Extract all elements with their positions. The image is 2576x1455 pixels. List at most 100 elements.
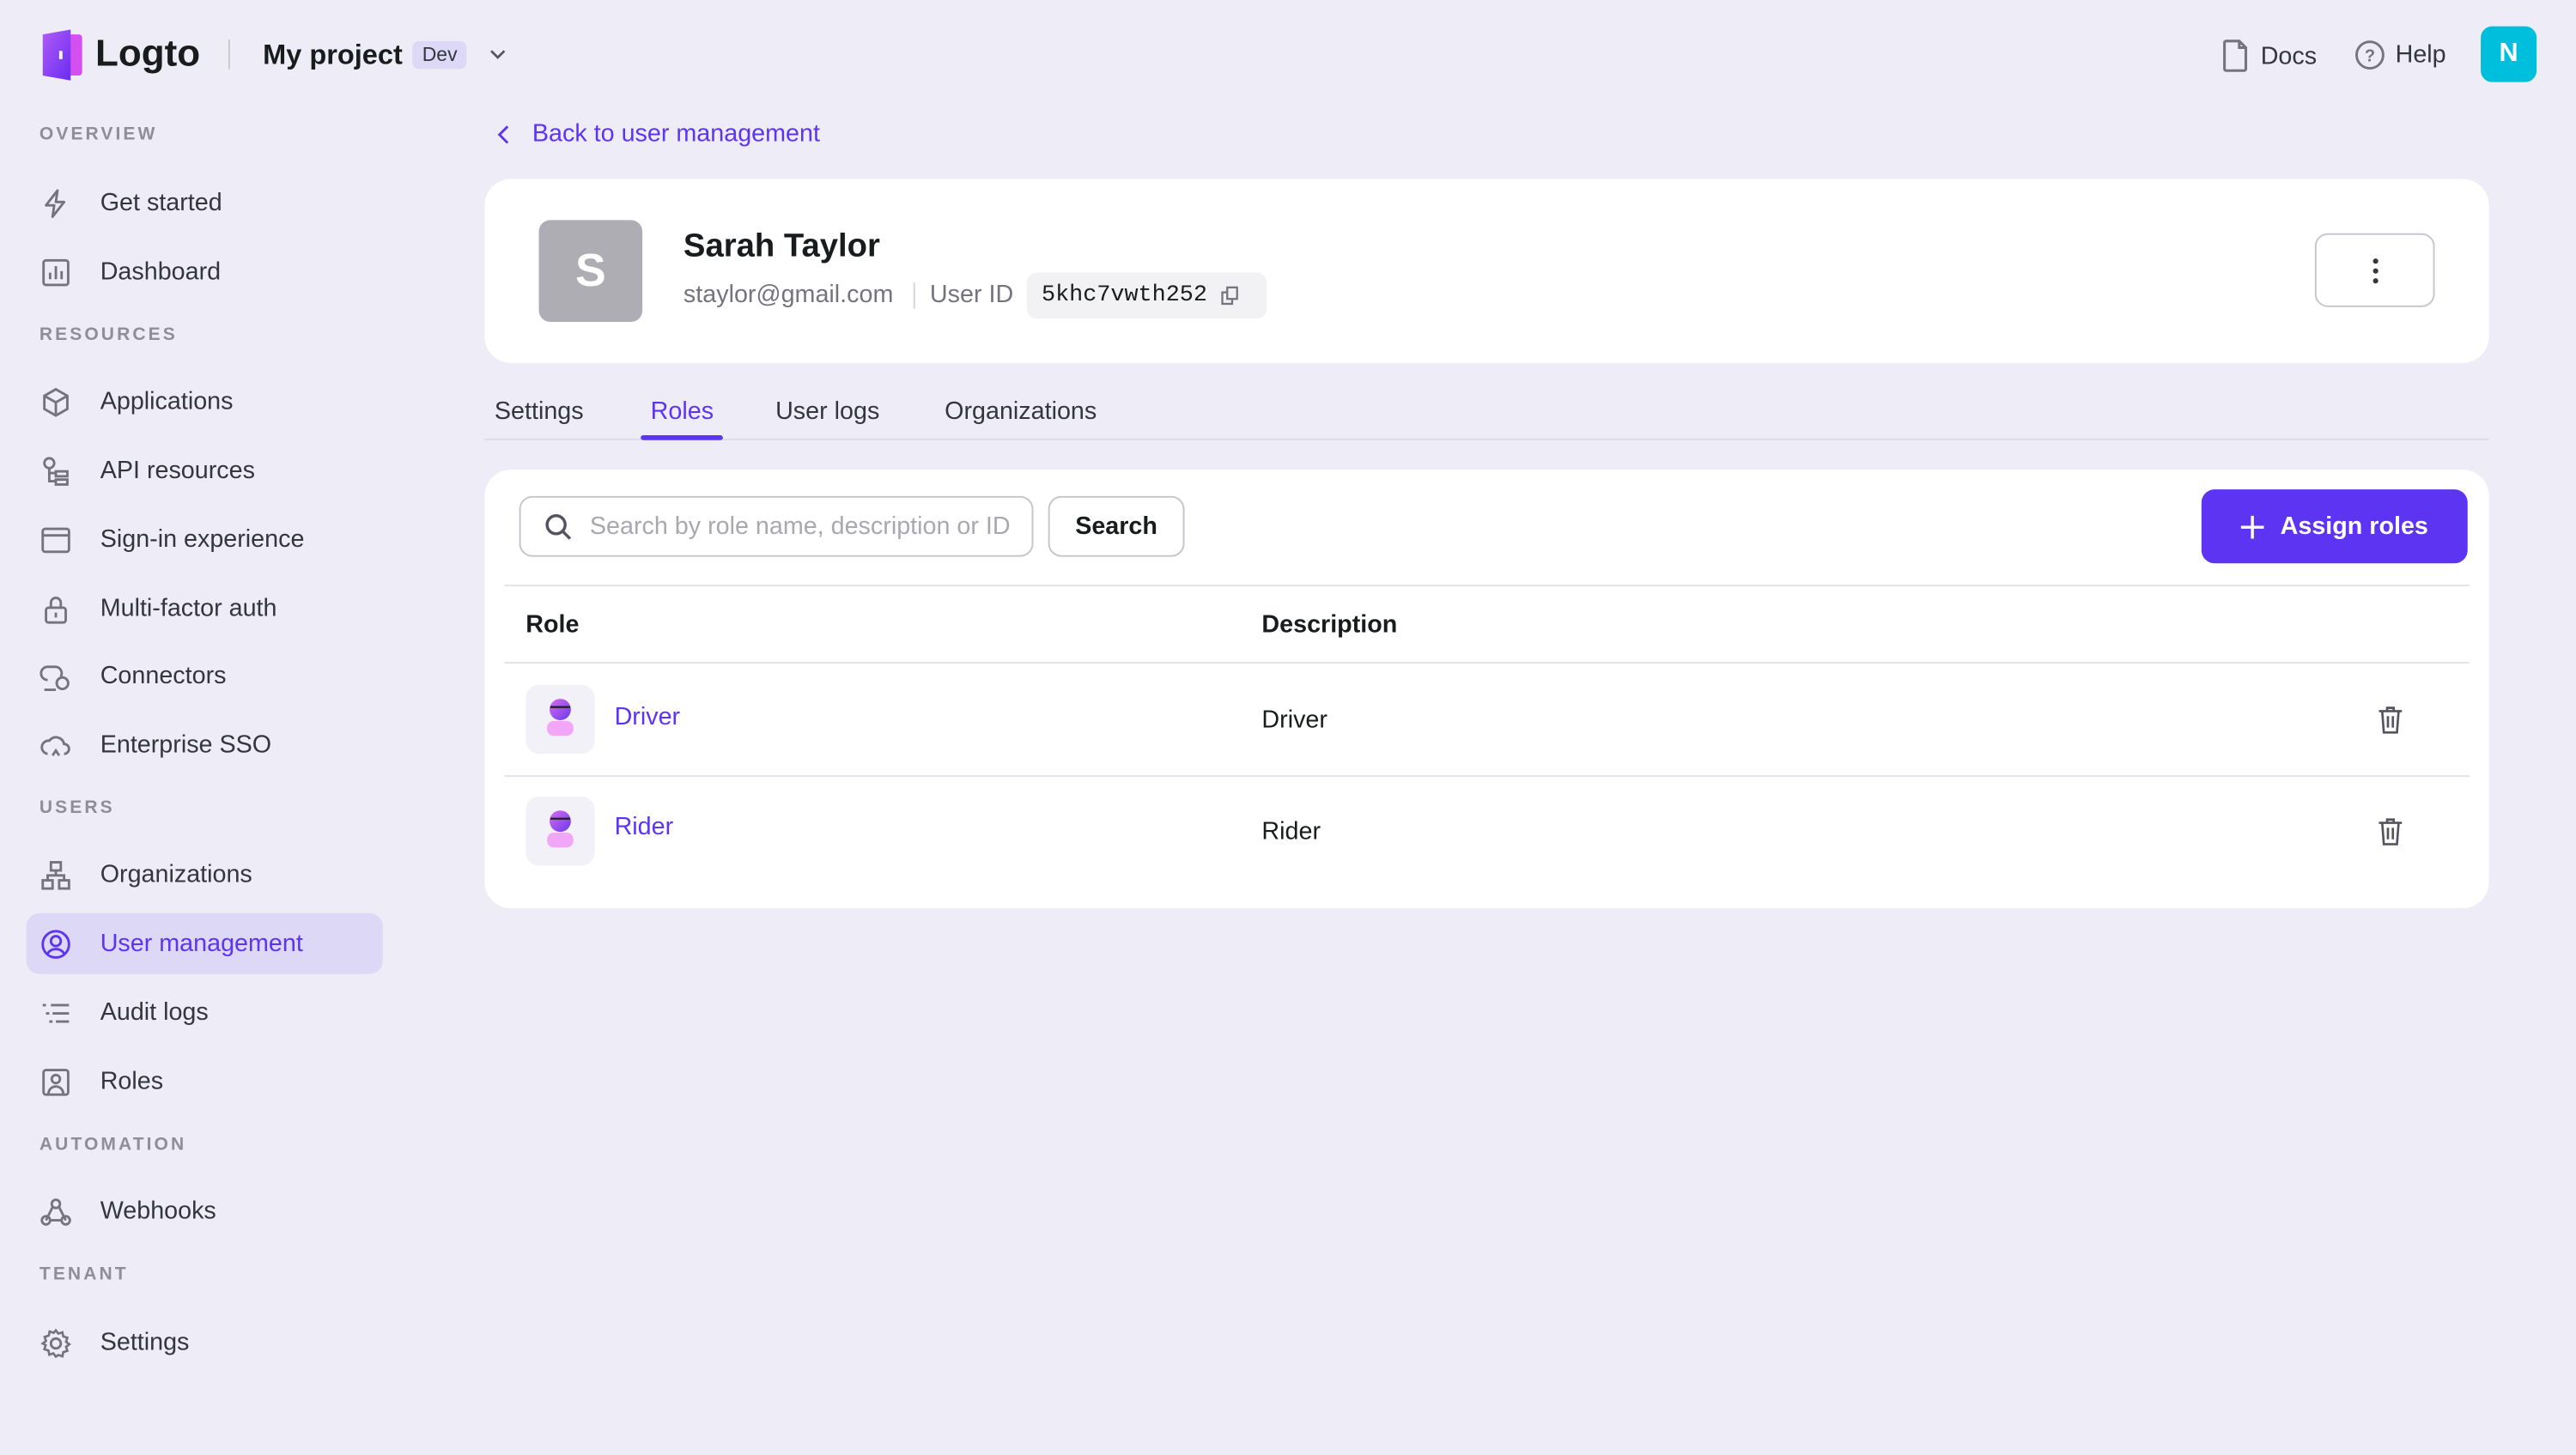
tab-organizations[interactable]: Organizations <box>945 397 1097 426</box>
sidebar-item-audit-logs[interactable]: Audit logs <box>27 982 383 1043</box>
sidebar-item-applications[interactable]: Applications <box>27 371 383 432</box>
back-link[interactable]: Back to user management <box>496 120 820 149</box>
window-icon <box>39 523 72 555</box>
copy-icon[interactable] <box>1220 286 1240 306</box>
role-name-link[interactable]: Rider <box>615 813 674 841</box>
trash-icon[interactable] <box>2378 705 2404 734</box>
help-label: Help <box>2396 41 2446 70</box>
tab-roles[interactable]: Roles <box>651 397 714 426</box>
sidebar-item-label: Applications <box>100 388 234 416</box>
chevron-down-icon[interactable] <box>488 45 507 64</box>
cloud-icon <box>39 729 72 761</box>
plus-icon <box>2241 515 2264 538</box>
docs-link[interactable]: Docs <box>2221 39 2317 72</box>
sidebar-item-label: Sign-in experience <box>100 525 305 554</box>
sidebar-section-overview: OVERVIEW <box>39 124 158 144</box>
divider <box>914 282 915 309</box>
sidebar-item-label: Enterprise SSO <box>100 731 271 759</box>
role-description: Driver <box>1261 706 1327 735</box>
sidebar-item-label: Organizations <box>100 861 252 889</box>
column-header-description: Description <box>1261 611 1397 640</box>
active-tab-indicator <box>641 435 723 440</box>
sidebar-item-label: Connectors <box>100 662 227 690</box>
sidebar-item-label: API resources <box>100 457 255 485</box>
sidebar-item-label: Audit logs <box>100 998 209 1027</box>
more-vertical-icon <box>2372 257 2379 283</box>
document-icon <box>2221 39 2251 72</box>
user-email: staylor@gmail.com <box>683 281 893 309</box>
user-id-value: 5khc7vwth252 <box>1042 282 1207 309</box>
sidebar-item-multi-factor-auth[interactable]: Multi-factor auth <box>27 578 383 639</box>
docs-label: Docs <box>2261 42 2317 70</box>
sidebar-item-label: Multi-factor auth <box>100 595 277 623</box>
sidebar-item-roles[interactable]: Roles <box>27 1052 383 1112</box>
chart-icon <box>39 256 72 288</box>
project-selector[interactable]: My project <box>263 39 403 72</box>
sidebar-item-label: Dashboard <box>100 258 221 286</box>
search-input[interactable]: Search by role name, description or ID <box>519 496 1034 557</box>
role-description: Rider <box>1261 818 1321 846</box>
sidebar-item-sign-in-experience[interactable]: Sign-in experience <box>27 509 383 570</box>
assign-roles-button[interactable]: Assign roles <box>2202 489 2468 563</box>
user-header-card <box>484 179 2488 363</box>
search-button[interactable]: Search <box>1048 496 1185 557</box>
user-circle-icon <box>39 927 72 960</box>
search-placeholder: Search by role name, description or ID <box>590 512 1011 541</box>
trash-icon[interactable] <box>2378 816 2404 846</box>
webhook-icon <box>39 1195 72 1228</box>
chevron-left-icon <box>496 124 513 143</box>
sidebar-item-dashboard[interactable]: Dashboard <box>27 241 383 302</box>
user-avatar-large: S <box>539 220 643 322</box>
more-options-button[interactable] <box>2315 233 2435 307</box>
role-avatar-icon <box>526 797 594 865</box>
org-icon <box>39 858 72 891</box>
help-icon: ? <box>2354 39 2385 70</box>
sidebar-item-organizations[interactable]: Organizations <box>27 844 383 905</box>
help-link[interactable]: ? Help <box>2354 39 2446 70</box>
assign-roles-label: Assign roles <box>2281 512 2428 541</box>
sidebar-item-label: Settings <box>100 1329 190 1357</box>
api-icon <box>39 454 72 487</box>
divider <box>504 585 2469 586</box>
sidebar-item-settings[interactable]: Settings <box>27 1313 383 1373</box>
list-icon <box>39 996 72 1028</box>
role-icon <box>39 1065 72 1098</box>
sidebar-item-user-management[interactable]: User management <box>27 913 383 974</box>
user-id-chip[interactable]: 5khc7vwth252 <box>1027 273 1267 319</box>
svg-text:?: ? <box>2365 46 2375 65</box>
brand-name: Logto <box>95 31 200 76</box>
search-icon <box>544 512 573 541</box>
sidebar-section-tenant: TENANT <box>39 1264 129 1284</box>
sidebar-item-label: Roles <box>100 1068 163 1096</box>
column-header-role: Role <box>526 611 579 640</box>
sidebar-item-webhooks[interactable]: Webhooks <box>27 1181 383 1242</box>
sidebar-section-resources: RESOURCES <box>39 325 178 345</box>
env-badge: Dev <box>412 41 467 70</box>
sidebar-item-label: User management <box>100 930 303 958</box>
sidebar-section-automation: AUTOMATION <box>39 1135 186 1155</box>
sidebar-section-users: USERS <box>39 798 115 818</box>
user-name: Sarah Taylor <box>683 228 880 266</box>
logto-logo-icon <box>39 29 84 80</box>
tab-settings[interactable]: Settings <box>495 397 584 426</box>
tabs-border <box>484 439 2488 440</box>
sidebar-item-connectors[interactable]: Connectors <box>27 646 383 706</box>
sidebar-item-enterprise-sso[interactable]: Enterprise SSO <box>27 714 383 775</box>
tab-user-logs[interactable]: User logs <box>775 397 879 426</box>
table-row: Rider Rider <box>504 775 2469 887</box>
role-avatar-icon <box>526 685 594 754</box>
role-name-link[interactable]: Driver <box>615 703 681 731</box>
user-id-label: User ID <box>930 281 1013 309</box>
sidebar-item-label: Get started <box>100 189 222 217</box>
divider <box>228 39 230 69</box>
sidebar-item-api-resources[interactable]: API resources <box>27 440 383 501</box>
gear-icon <box>39 1326 72 1359</box>
table-row: Driver Driver <box>504 664 2469 775</box>
cube-icon <box>39 385 72 418</box>
sidebar-item-get-started[interactable]: Get started <box>27 173 383 233</box>
back-link-label: Back to user management <box>532 120 820 149</box>
lock-icon <box>39 592 72 625</box>
connector-icon <box>39 659 72 692</box>
lightning-icon <box>39 186 72 219</box>
user-avatar[interactable]: N <box>2481 27 2537 82</box>
